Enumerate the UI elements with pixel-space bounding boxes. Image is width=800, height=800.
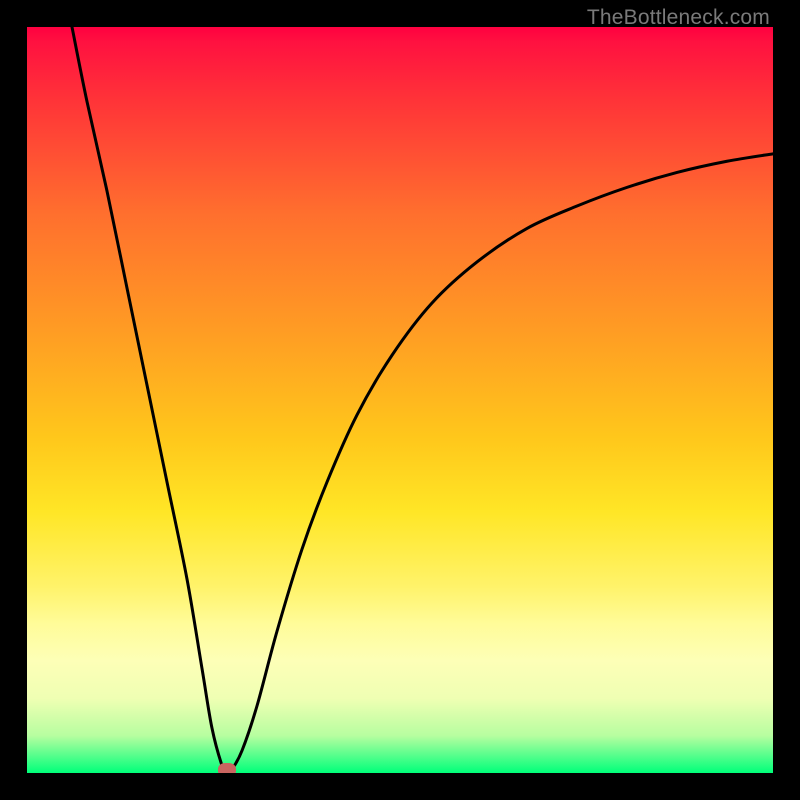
- curve-svg: [27, 27, 773, 773]
- chart-frame: TheBottleneck.com: [0, 0, 800, 800]
- bottleneck-curve: [72, 27, 773, 773]
- plot-area: [27, 27, 773, 773]
- minimum-marker: [218, 763, 236, 773]
